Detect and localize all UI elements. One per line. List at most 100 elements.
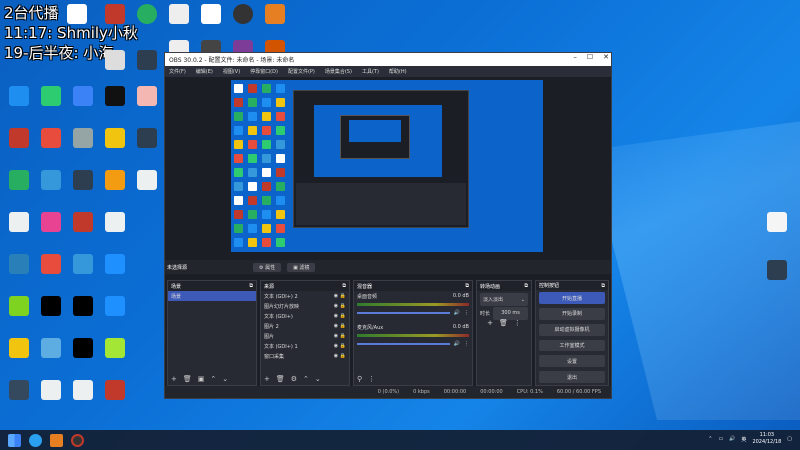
menu-tools[interactable]: 工具(T) [362,68,379,75]
desktop-icon[interactable] [100,86,130,106]
studio-mode-button[interactable]: 工作室模式 [539,339,605,352]
clock[interactable]: 11:03 2024/12/18 [752,432,781,446]
lock-icon[interactable]: 🔒 [340,333,346,339]
desktop-icon[interactable] [132,4,162,24]
lock-icon[interactable]: 🔒 [340,323,346,329]
menu-view[interactable]: 视图(V) [223,68,240,75]
start-icon[interactable] [8,433,21,447]
speaker-icon[interactable]: 🔊 [454,341,460,347]
menu-help[interactable]: 帮助(H) [389,68,407,75]
desktop-icon[interactable] [100,4,130,24]
desktop-icon[interactable] [132,86,162,106]
speaker-icon[interactable]: 🔊 [454,310,460,316]
desktop-icon[interactable] [36,338,66,358]
desktop-file-icon[interactable] [762,212,792,232]
lock-icon[interactable]: 🔒 [340,343,346,349]
desktop-icon[interactable] [36,170,66,190]
desktop-icon[interactable] [68,212,98,232]
desktop-icon[interactable] [100,128,130,148]
desktop-icon[interactable] [68,338,98,358]
volume-icon[interactable]: 🔊 [729,436,735,442]
menu-docks[interactable]: 停靠窗口(D) [250,68,278,75]
filter-icon[interactable]: ▣ [198,375,205,383]
edge-icon[interactable] [29,433,42,447]
more-icon[interactable]: ⋮ [514,319,521,327]
obs-taskbar-icon[interactable] [71,433,84,447]
link-icon[interactable]: ⚲ [357,375,362,383]
desktop-icon[interactable] [36,254,66,274]
chevron-up-icon[interactable]: ⌃ [708,436,712,442]
scene-item[interactable]: 场景 [168,291,256,301]
menu-profile[interactable]: 配置文件(P) [288,68,315,75]
desktop-icon[interactable] [36,296,66,316]
desktop-icon[interactable] [100,380,130,400]
add-icon[interactable]: + [264,375,270,383]
up-icon[interactable]: ⌃ [303,375,309,383]
desktop-icon[interactable] [100,254,130,274]
source-item[interactable]: 图片 ◉ 🔒 [261,331,349,341]
settings-button[interactable]: 设置 [539,355,605,368]
undock-icon[interactable]: ⧉ [249,283,253,289]
desktop-icon[interactable] [36,128,66,148]
maximize-icon[interactable]: ☐ [587,53,593,61]
transition-select[interactable]: 淡入淡出 ⌄ [480,293,528,306]
desktop-icon[interactable] [164,4,194,24]
minimize-icon[interactable]: – [573,53,577,61]
desktop-icon[interactable] [62,4,92,24]
desktop-icon[interactable] [132,170,162,190]
down-icon[interactable]: ⌄ [222,375,228,383]
volume-slider[interactable] [357,312,450,314]
eye-icon[interactable]: ◉ [334,333,338,339]
desktop-icon[interactable] [4,128,34,148]
desktop-icon[interactable] [4,170,34,190]
properties-button[interactable]: ⚙ 属性 [253,262,282,272]
up-icon[interactable]: ⌃ [210,375,216,383]
undock-icon[interactable]: ⧉ [601,283,605,289]
desktop-icon[interactable] [100,50,130,70]
network-icon[interactable]: ▭ [718,436,723,442]
desktop-icon[interactable] [36,212,66,232]
source-item[interactable]: 文本 (GDI+) 1 ◉ 🔒 [261,341,349,351]
desktop-icon[interactable] [100,170,130,190]
eye-icon[interactable]: ◉ [334,343,338,349]
desktop-icon[interactable] [132,128,162,148]
source-item[interactable]: 图片幻灯片放映 ◉ 🔒 [261,301,349,311]
lock-icon[interactable]: 🔒 [340,293,346,299]
start-streaming-button[interactable]: 开始直播 [539,292,605,304]
preview-canvas[interactable] [231,80,543,252]
taskbar-app-icon[interactable] [50,433,63,447]
source-item[interactable]: 文本 (GDI+) 2 ◉ 🔒 [261,291,349,301]
close-icon[interactable]: ✕ [603,53,609,61]
start-recording-button[interactable]: 开始录制 [539,307,605,320]
notification-icon[interactable]: ▢ [787,436,792,442]
eye-icon[interactable]: ◉ [334,293,338,299]
desktop-file-icon[interactable] [762,260,792,280]
trash-icon[interactable]: 🗑 [183,375,192,383]
exit-button[interactable]: 退出 [539,371,605,383]
obs-window[interactable]: OBS 30.0.2 - 配置文件: 未命名 - 场景: 未命名 – ☐ ✕ 文… [164,52,612,399]
more-icon[interactable]: ⋮ [464,341,469,347]
desktop-icon[interactable] [228,4,258,24]
desktop-icon[interactable] [100,338,130,358]
trash-icon[interactable]: 🗑 [499,319,508,327]
eye-icon[interactable]: ◉ [334,323,338,329]
trash-icon[interactable]: 🗑 [276,375,285,383]
lock-icon[interactable]: 🔒 [340,313,346,319]
desktop-icon[interactable] [36,86,66,106]
gear-icon[interactable]: ⚙ [291,375,297,383]
desktop-icon[interactable] [4,338,34,358]
desktop-icon[interactable] [4,380,34,400]
eye-icon[interactable]: ◉ [334,353,338,359]
add-icon[interactable]: + [487,319,493,327]
source-item[interactable]: 图片 2 ◉ 🔒 [261,321,349,331]
desktop-icon[interactable] [68,170,98,190]
desktop-icon[interactable] [4,86,34,106]
desktop-icon[interactable] [132,50,162,70]
undock-icon[interactable]: ⧉ [342,283,346,289]
more-icon[interactable]: ⋮ [368,375,375,383]
desktop-icon[interactable] [68,86,98,106]
add-icon[interactable]: + [171,375,177,383]
lock-icon[interactable]: 🔒 [340,353,346,359]
filters-button[interactable]: ▣ 滤镜 [287,262,316,272]
undock-icon[interactable]: ⧉ [524,283,528,289]
